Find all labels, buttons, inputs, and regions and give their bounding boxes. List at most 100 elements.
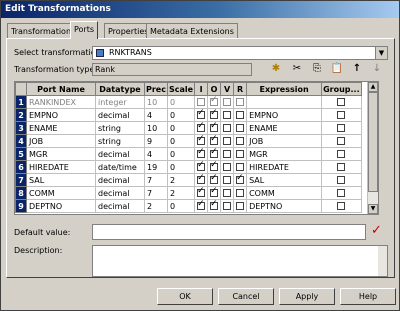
scroll-thumb[interactable] [368,92,378,192]
checkbox-i[interactable] [197,173,206,184]
col-datatype[interactable]: Datatype [95,82,145,96]
checkbox-r[interactable] [236,189,245,197]
checkbox-v[interactable] [223,137,232,145]
checkbox-i[interactable] [197,186,206,197]
checkbox-group-by[interactable] [337,124,346,132]
precision-cell[interactable]: 7 [144,173,168,187]
checkbox-i[interactable] [197,98,206,106]
checkbox-i[interactable] [197,147,206,158]
new-port-icon[interactable]: ✱ [269,62,283,76]
datatype-cell[interactable]: decimal [95,173,145,187]
expression-cell[interactable]: HIREDATE [246,160,323,174]
expression-cell[interactable]: ENAME [246,121,323,135]
checkbox-i[interactable] [197,134,206,145]
col-scale[interactable]: Scale [166,82,196,96]
precision-cell[interactable]: 10 [144,95,168,109]
col-group-by[interactable]: Group... [321,82,362,96]
scale-cell[interactable]: 2 [166,173,196,187]
validate-checkmark-icon[interactable]: ✓ [371,223,382,238]
checkbox-r[interactable] [236,202,245,210]
checkbox-group-by[interactable] [337,98,346,106]
table-row[interactable]: 6HIREDATEdate/time190HIREDATE [15,160,362,174]
checkbox-group-by[interactable] [337,111,346,119]
tab-transformation[interactable]: Transformation [7,23,76,38]
description-scrollbar[interactable] [378,246,387,276]
port-name-cell[interactable]: HIREDATE [26,160,96,174]
help-button[interactable]: Help [340,288,396,305]
checkbox-group-by[interactable] [337,176,346,184]
col-output[interactable]: O [207,82,222,96]
port-name-cell[interactable]: COMM [26,186,96,200]
expression-cell[interactable]: EMPNO [246,108,323,122]
chevron-down-icon[interactable]: ▼ [375,47,387,59]
paste-icon[interactable]: 📋 [330,62,344,76]
expression-cell[interactable]: SAL [246,173,323,187]
datatype-cell[interactable]: decimal [95,147,145,161]
checkbox-o[interactable] [210,95,219,106]
scale-cell[interactable]: 2 [166,186,196,200]
datatype-cell[interactable]: decimal [95,186,145,200]
apply-button[interactable]: Apply [279,288,335,305]
port-name-cell[interactable]: MGR [26,147,96,161]
port-name-cell[interactable]: JOB [26,134,96,148]
tab-ports[interactable]: Ports [70,21,99,39]
col-port-name[interactable]: Port Name [26,82,96,96]
checkbox-group-by[interactable] [337,137,346,145]
expression-cell[interactable]: JOB [246,134,323,148]
expression-cell[interactable]: COMM [246,186,323,200]
checkbox-group-by[interactable] [337,163,346,171]
table-row[interactable]: 7SALdecimal72SAL [15,173,362,187]
scroll-up-icon[interactable]: ▲ [368,82,378,92]
checkbox-o[interactable] [210,108,219,119]
port-name-cell[interactable]: ENAME [26,121,96,135]
checkbox-o[interactable] [210,134,219,145]
checkbox-group-by[interactable] [337,189,346,197]
tab-metadata-extensions[interactable]: Metadata Extensions [146,23,238,38]
move-down-icon[interactable]: ↓ [370,62,384,76]
scale-cell[interactable]: 0 [166,134,196,148]
datatype-cell[interactable]: decimal [95,199,145,213]
checkbox-o[interactable] [210,147,219,158]
checkbox-r[interactable] [236,150,245,158]
port-name-cell[interactable]: RANKINDEX [26,95,96,109]
checkbox-i[interactable] [197,199,206,210]
scale-cell[interactable]: 0 [166,95,196,109]
col-expression[interactable]: Expression [246,82,323,96]
move-up-icon[interactable]: ↑ [350,62,364,76]
port-name-cell[interactable]: DEPTNO [26,199,96,213]
col-variable[interactable]: V [220,82,235,96]
grid-scrollbar[interactable]: ▲ ▼ [367,82,378,214]
checkbox-r[interactable] [236,137,245,145]
table-row[interactable]: 3ENAMEstring100ENAME [15,121,362,135]
checkbox-v[interactable] [223,189,232,197]
datatype-cell[interactable]: decimal [95,108,145,122]
cut-icon[interactable]: ✂ [290,62,304,76]
default-value-field[interactable] [92,224,366,240]
col-rank[interactable]: R [233,82,248,96]
col-input[interactable]: I [194,82,209,96]
datatype-cell[interactable]: date/time [95,160,145,174]
checkbox-o[interactable] [210,121,219,132]
expression-cell[interactable] [246,95,323,109]
precision-cell[interactable]: 9 [144,134,168,148]
checkbox-group-by[interactable] [337,150,346,158]
scale-cell[interactable]: 0 [166,160,196,174]
description-field[interactable] [92,245,388,277]
checkbox-v[interactable] [223,98,232,106]
checkbox-i[interactable] [197,160,206,171]
checkbox-r[interactable] [236,98,245,106]
port-name-cell[interactable]: EMPNO [26,108,96,122]
port-name-cell[interactable]: SAL [26,173,96,187]
scroll-down-icon[interactable]: ▼ [368,204,378,214]
checkbox-v[interactable] [223,111,232,119]
ok-button[interactable]: OK [157,288,213,305]
precision-cell[interactable]: 2 [144,199,168,213]
datatype-cell[interactable]: string [95,121,145,135]
table-row[interactable]: 2EMPNOdecimal40EMPNO [15,108,362,122]
checkbox-v[interactable] [223,202,232,210]
scale-cell[interactable]: 0 [166,147,196,161]
checkbox-r[interactable] [236,163,245,171]
checkbox-group-by[interactable] [337,202,346,210]
checkbox-o[interactable] [210,173,219,184]
table-row[interactable]: 1 RANKINDEX integer 10 0 [15,95,362,109]
